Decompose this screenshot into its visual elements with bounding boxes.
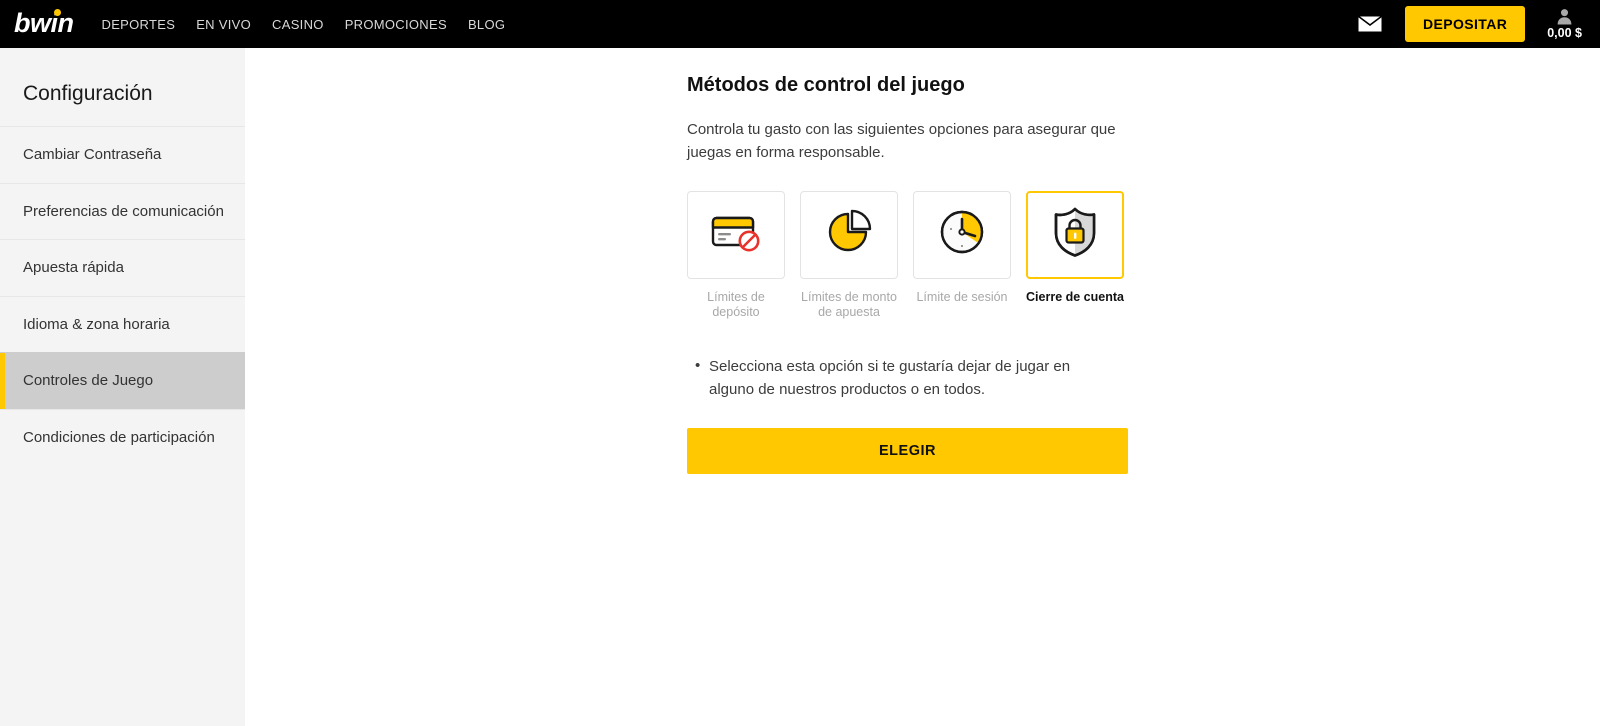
option-card-stake-limits[interactable] [800, 190, 898, 279]
deposit-button[interactable]: DEPOSITAR [1404, 6, 1526, 42]
page-body: Configuración Cambiar Contraseña Prefere… [0, 48, 1600, 726]
option-description-item: Selecciona esta opción si te gustaría de… [695, 355, 1114, 402]
account-balance: 0,00 $ [1547, 26, 1582, 40]
option-label-deposit-limits: Límites de depósito [707, 289, 765, 320]
logo-text: bwin [14, 7, 74, 38]
sidebar-item-cambiar-contrasena[interactable]: Cambiar Contraseña [0, 126, 245, 183]
page-title: Métodos de control del juego [687, 74, 965, 96]
bwin-logo[interactable]: bwin [14, 7, 74, 39]
game-controls-panel: Métodos de control del juego Controla tu… [687, 74, 1128, 475]
header-actions: DEPOSITAR 0,00 $ [1357, 6, 1588, 42]
option-label-account-closure: Cierre de cuenta [1026, 289, 1124, 304]
intro-text: Controla tu gasto con las siguientes opc… [687, 121, 1116, 161]
option-card-deposit-limits[interactable] [687, 190, 785, 279]
option-label-session-limit: Límite de sesión [916, 289, 1008, 304]
nav-item-en-vivo[interactable]: EN VIVO [196, 17, 251, 32]
sidebar-item-idioma-zona-horaria[interactable]: Idioma & zona horaria [0, 295, 245, 353]
option-card-account-closure[interactable] [1026, 190, 1124, 279]
sidebar-item-controles-de-juego[interactable]: Controles de Juego [0, 352, 245, 409]
credit-card-blocked-icon [708, 210, 764, 259]
option-card-session-limit[interactable] [913, 190, 1011, 279]
sidebar-item-condiciones[interactable]: Condiciones de participación [0, 408, 245, 466]
envelope-icon[interactable] [1357, 15, 1383, 33]
settings-sidebar: Configuración Cambiar Contraseña Prefere… [0, 48, 245, 726]
sidebar-item-apuesta-rapida[interactable]: Apuesta rápida [0, 239, 245, 296]
option-limites-de-deposito: Límites de depósito [687, 190, 785, 321]
option-cierre-de-cuenta: Cierre de cuenta [1026, 190, 1124, 321]
person-icon [1556, 8, 1573, 25]
sidebar-title: Configuración [23, 82, 153, 105]
nav-item-blog[interactable]: BLOG [468, 17, 505, 32]
control-options-list: Límites de depósito Límites de monto de … [687, 190, 1128, 321]
sidebar-item-preferencias[interactable]: Preferencias de comunicación [0, 182, 245, 240]
main-nav: DEPORTES EN VIVO CASINO PROMOCIONES BLOG [102, 17, 506, 32]
choose-button[interactable]: ELEGIR [687, 428, 1128, 475]
shield-lock-icon [1051, 206, 1099, 263]
pie-chart-icon [824, 208, 874, 261]
option-description-list: Selecciona esta opción si te gustaría de… [687, 355, 1128, 402]
account-menu[interactable]: 0,00 $ [1547, 8, 1582, 40]
clock-icon [937, 207, 987, 262]
nav-item-promociones[interactable]: PROMOCIONES [345, 17, 447, 32]
nav-item-casino[interactable]: CASINO [272, 17, 324, 32]
nav-item-deportes[interactable]: DEPORTES [102, 17, 176, 32]
option-limites-de-monto-de-apuesta: Límites de monto de apuesta [800, 190, 898, 321]
top-header: bwin DEPORTES EN VIVO CASINO PROMOCIONES… [0, 0, 1600, 48]
option-limite-de-sesion: Límite de sesión [913, 190, 1011, 321]
main-content: Métodos de control del juego Controla tu… [245, 48, 1600, 726]
logo-dot-icon [54, 8, 61, 16]
option-label-stake-limits: Límites de monto de apuesta [801, 289, 897, 320]
